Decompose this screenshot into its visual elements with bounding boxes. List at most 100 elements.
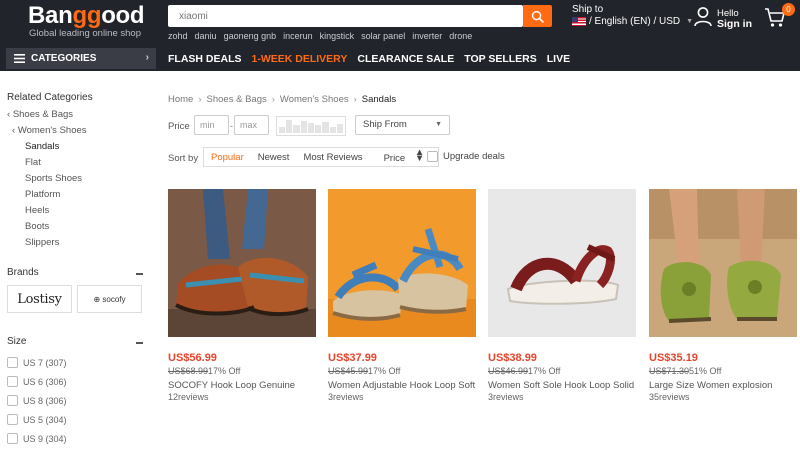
product-card[interactable]: US$38.99 US$46.9917% Off Women Soft Sole… bbox=[488, 189, 636, 402]
checkbox[interactable] bbox=[7, 376, 18, 387]
size-option[interactable]: US 5 (304) bbox=[7, 414, 67, 425]
size-label: US 7 (307) bbox=[23, 357, 67, 368]
sort-options: Popular Newest Most Reviews Price ▲ ▼ bbox=[203, 147, 440, 167]
product-image[interactable] bbox=[488, 189, 636, 337]
product-reviews[interactable]: 3reviews bbox=[328, 392, 364, 402]
user-icon[interactable] bbox=[693, 6, 713, 33]
related-item-shoes-bags[interactable]: ‹ Shoes & Bags bbox=[7, 109, 73, 120]
nav-1-week-delivery[interactable]: 1-WEEK DELIVERY bbox=[252, 53, 348, 65]
product-title[interactable]: Large Size Women explosion bbox=[649, 380, 772, 391]
size-option[interactable]: US 7 (307) bbox=[7, 357, 67, 368]
brands-title: Brands bbox=[7, 267, 39, 278]
hot-word[interactable]: gaoneng gnb bbox=[224, 31, 277, 41]
sort-most-reviews[interactable]: Most Reviews bbox=[296, 152, 369, 163]
original-price: US$68.99 bbox=[168, 366, 209, 376]
discount: 17% Off bbox=[208, 366, 241, 376]
price-max-input[interactable]: max bbox=[234, 115, 269, 135]
related-item-slippers[interactable]: Slippers bbox=[25, 237, 59, 248]
nav-top-sellers[interactable]: TOP SELLERS bbox=[464, 53, 537, 65]
nav-live[interactable]: LIVE bbox=[547, 53, 570, 65]
product-card[interactable]: US$37.99 US$45.9917% Off Women Adjustabl… bbox=[328, 189, 476, 402]
related-item-flat[interactable]: Flat bbox=[25, 157, 41, 168]
product-image[interactable] bbox=[168, 189, 316, 337]
price-histogram[interactable] bbox=[276, 116, 346, 136]
ship-to-selector[interactable]: / English (EN) / USD ▼ bbox=[572, 16, 693, 27]
product-reviews[interactable]: 35reviews bbox=[649, 392, 690, 402]
breadcrumb-shoes-bags[interactable]: Shoes & Bags bbox=[207, 94, 267, 105]
size-option[interactable]: US 8 (306) bbox=[7, 395, 67, 406]
ship-from-select[interactable]: Ship From ▼ bbox=[355, 115, 450, 135]
related-item-sandals[interactable]: Sandals bbox=[25, 141, 59, 152]
related-item-boots[interactable]: Boots bbox=[25, 221, 49, 232]
top-header: Banggood Global leading online shop zohd… bbox=[0, 0, 800, 45]
search-icon bbox=[531, 10, 544, 23]
hot-word[interactable]: drone bbox=[449, 31, 472, 41]
related-item-sports-shoes[interactable]: Sports Shoes bbox=[25, 173, 82, 184]
product-image[interactable] bbox=[649, 189, 797, 337]
checkbox[interactable] bbox=[7, 395, 18, 406]
product-old-price: US$45.9917% Off bbox=[328, 366, 400, 376]
size-label: US 5 (304) bbox=[23, 414, 67, 425]
breadcrumb-home[interactable]: Home bbox=[168, 94, 193, 105]
original-price: US$45.99 bbox=[328, 366, 369, 376]
original-price: US$46.99 bbox=[488, 366, 529, 376]
breadcrumb-womens-shoes[interactable]: Women's Shoes bbox=[280, 94, 349, 105]
brand-socofy-logo: ⊕ socofy bbox=[93, 294, 126, 304]
checkbox[interactable] bbox=[7, 414, 18, 425]
upgrade-deals-option[interactable]: Upgrade deals bbox=[427, 151, 505, 162]
size-option[interactable]: US 6 (306) bbox=[7, 376, 67, 387]
size-label: US 6 (306) bbox=[23, 376, 67, 387]
sort-popular[interactable]: Popular bbox=[204, 152, 251, 163]
checkbox[interactable] bbox=[7, 357, 18, 368]
brand-socofy[interactable]: ⊕ socofy bbox=[77, 285, 142, 313]
search-button[interactable] bbox=[523, 5, 552, 27]
ship-to-label: Ship to bbox=[572, 4, 604, 15]
product-title[interactable]: Women Soft Sole Hook Loop Solid bbox=[488, 380, 634, 391]
product-card[interactable]: US$35.19 US$71.3051% Off Large Size Wome… bbox=[649, 189, 797, 402]
sign-in-link[interactable]: Sign in bbox=[717, 18, 752, 30]
product-image[interactable] bbox=[328, 189, 476, 337]
cart-count-badge: 0 bbox=[782, 3, 795, 16]
related-item-womens-shoes[interactable]: ‹ Women's Shoes bbox=[12, 125, 87, 136]
sort-newest[interactable]: Newest bbox=[251, 152, 297, 163]
related-item-platform[interactable]: Platform bbox=[25, 189, 60, 200]
product-price: US$37.99 bbox=[328, 352, 377, 364]
hot-word[interactable]: kingstick bbox=[320, 31, 355, 41]
discount: 17% Off bbox=[528, 366, 561, 376]
product-reviews[interactable]: 12reviews bbox=[168, 392, 209, 402]
hot-word[interactable]: solar panel bbox=[361, 31, 405, 41]
collapse-size-icon[interactable] bbox=[136, 342, 143, 344]
banggood-logo[interactable]: Banggood bbox=[28, 2, 145, 30]
brand-lostisy[interactable]: Lostisy bbox=[7, 285, 72, 313]
size-label: US 9 (304) bbox=[23, 433, 67, 444]
related-item-heels[interactable]: Heels bbox=[25, 205, 49, 216]
breadcrumb: Home › Shoes & Bags › Women's Shoes › Sa… bbox=[168, 94, 396, 105]
collapse-brands-icon[interactable] bbox=[136, 273, 143, 275]
categories-label: CATEGORIES bbox=[31, 53, 97, 64]
size-option[interactable]: US 9 (304) bbox=[7, 433, 67, 444]
upgrade-deals-checkbox[interactable] bbox=[427, 151, 438, 162]
logo-text-3: ood bbox=[101, 2, 145, 29]
hot-word[interactable]: inverter bbox=[412, 31, 442, 41]
nav-clearance-sale[interactable]: CLEARANCE SALE bbox=[357, 53, 454, 65]
menu-icon bbox=[14, 54, 25, 63]
product-title[interactable]: SOCOFY Hook Loop Genuine bbox=[168, 380, 295, 391]
product-card[interactable]: US$56.99 US$68.9917% Off SOCOFY Hook Loo… bbox=[168, 189, 316, 402]
hot-word[interactable]: zohd bbox=[168, 31, 188, 41]
sidebar: Related Categories ‹ Shoes & Bags ‹ Wome… bbox=[0, 71, 150, 450]
logo-text-1: Ban bbox=[28, 2, 73, 29]
checkbox[interactable] bbox=[7, 433, 18, 444]
size-title: Size bbox=[7, 336, 27, 347]
categories-menu[interactable]: CATEGORIES › bbox=[6, 48, 156, 69]
search-input[interactable] bbox=[169, 6, 522, 27]
discount: 51% Off bbox=[689, 366, 722, 376]
upgrade-deals-label: Upgrade deals bbox=[443, 151, 505, 162]
hot-word[interactable]: daniu bbox=[195, 31, 217, 41]
related-label: Shoes & Bags bbox=[12, 109, 74, 120]
price-min-input[interactable]: min bbox=[194, 115, 229, 135]
hot-word[interactable]: incerun bbox=[283, 31, 313, 41]
nav-flash-deals[interactable]: FLASH DEALS bbox=[168, 53, 242, 65]
product-reviews[interactable]: 3reviews bbox=[488, 392, 524, 402]
product-title[interactable]: Women Adjustable Hook Loop Soft bbox=[328, 380, 475, 391]
brand-socofy-text: socofy bbox=[102, 294, 126, 304]
